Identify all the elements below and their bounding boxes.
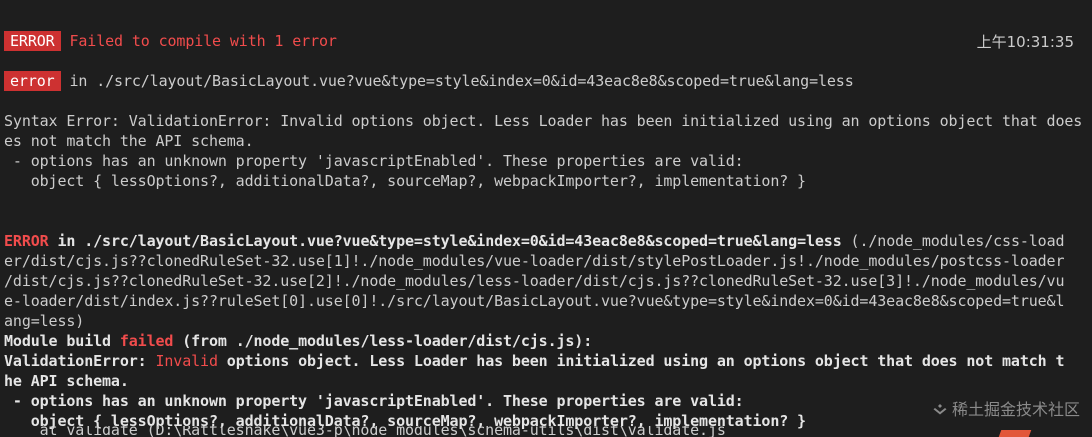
build-failed-word: failed	[119, 332, 174, 350]
cut-off-line-strip: at validate (D:\Rattlesnake\vue3-p\node_…	[4, 426, 1092, 437]
compile-failed-message: Failed to compile with 1 error	[69, 32, 337, 50]
build-prefix: Module build	[4, 332, 120, 350]
detail-error-line-2: er/dist/cjs.js??clonedRuleSet-32.use[1]!…	[4, 252, 1065, 270]
detail-error-line-1: ERROR in ./src/layout/BasicLayout.vue?vu…	[4, 231, 1090, 251]
error-location-line: error in ./src/layout/BasicLayout.vue?vu…	[4, 71, 1090, 91]
validation-error-line-2: he API schema.	[4, 372, 129, 390]
syntax-error-line-2: es not match the API schema.	[4, 132, 254, 150]
error-location-text: in ./src/layout/BasicLayout.vue?vue&type…	[69, 72, 854, 90]
juejin-logo-icon	[933, 404, 947, 415]
compile-status-line: ERROR Failed to compile with 1 error	[4, 31, 1090, 51]
timestamp: 上午10:31:35	[976, 33, 1074, 51]
detail-error-path: ./src/layout/BasicLayout.vue?vue&type=st…	[84, 232, 842, 250]
validation-error-line: ValidationError: Invalid options object.…	[4, 351, 1090, 371]
cut-off-stack-line: at validate (D:\Rattlesnake\vue3-p\node_…	[4, 426, 726, 437]
detail-error-line-3: /dist/cjs.js??clonedRuleSet-32.use[2]!./…	[4, 272, 1065, 290]
error-tag: error	[4, 71, 61, 91]
detail-error-line-4: e-loader/dist/index.js??ruleSet[0].use[0…	[4, 292, 1065, 310]
watermark: 稀土掘金技术社区	[927, 400, 1080, 420]
validation-prefix: ValidationError:	[4, 352, 156, 370]
validation-suffix: options object. Less Loader has been ini…	[217, 352, 1065, 370]
syntax-error-line-1: Syntax Error: ValidationError: Invalid o…	[4, 112, 1083, 130]
syntax-error-line-4: object { lessOptions?, additionalData?, …	[4, 172, 806, 190]
detail-in-word: in	[48, 232, 85, 250]
build-suffix: (from ./node_modules/less-loader/dist/cj…	[173, 332, 593, 350]
detail-path-tail: (./node_modules/css-load	[841, 232, 1065, 250]
module-build-failed-line: Module build failed (from ./node_modules…	[4, 331, 1090, 351]
detail-error-line-5: ang=less)	[4, 312, 85, 330]
detail-error-word: ERROR	[4, 232, 49, 250]
orange-decoration	[998, 430, 1032, 437]
watermark-text: 稀土掘金技术社区	[951, 400, 1080, 419]
validation-invalid-word: Invalid	[155, 352, 218, 370]
error-badge: ERROR	[4, 31, 61, 51]
syntax-error-line-3: - options has an unknown property 'javas…	[4, 152, 744, 170]
